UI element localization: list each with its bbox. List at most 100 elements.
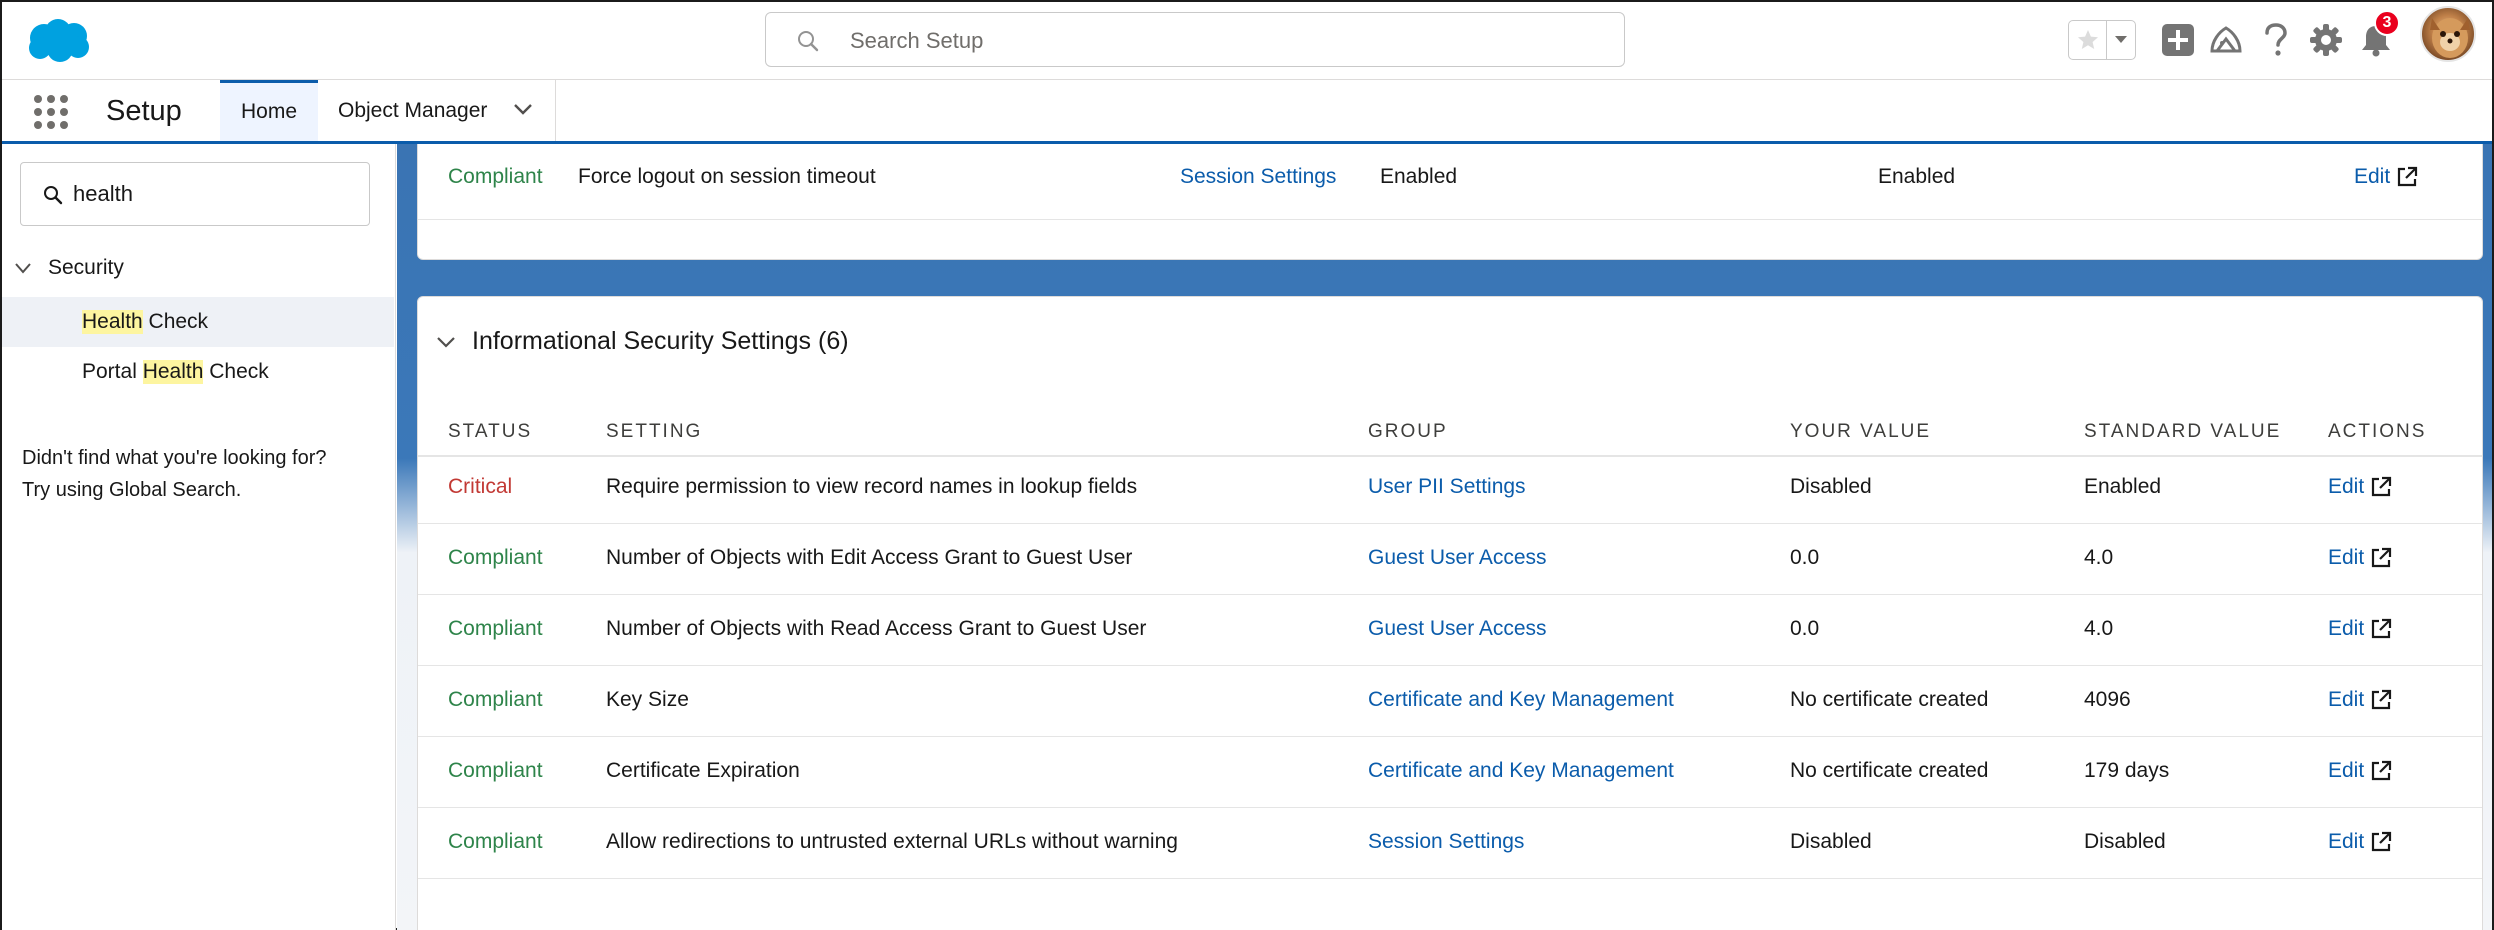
question-icon xyxy=(2265,23,2287,56)
status-label: Compliant xyxy=(448,165,543,188)
search-icon xyxy=(798,31,819,52)
salesforce-logo[interactable] xyxy=(24,16,92,64)
favorites-list-button[interactable] xyxy=(2107,21,2135,59)
tab-object-manager[interactable]: Object Manager xyxy=(318,80,556,141)
caret-down-icon xyxy=(2115,36,2127,43)
edit-link[interactable]: Edit xyxy=(2328,475,2392,499)
help-button[interactable] xyxy=(2256,20,2296,60)
group-link[interactable]: Session Settings xyxy=(1180,165,1336,189)
standard-value: Disabled xyxy=(2084,830,2166,853)
group-link[interactable]: Guest User Access xyxy=(1368,617,1547,641)
tab-home[interactable]: Home xyxy=(220,80,318,141)
favorites-group xyxy=(2068,20,2136,60)
standard-value: Enabled xyxy=(2084,475,2162,498)
app-launcher-dot xyxy=(47,95,55,103)
column-header-group[interactable]: GROUP xyxy=(1368,421,1448,443)
edit-link[interactable]: Edit xyxy=(2328,617,2392,641)
edit-label: Edit xyxy=(2328,759,2365,782)
context-bar: Setup Home Object Manager xyxy=(2,80,2492,144)
group-link[interactable]: Session Settings xyxy=(1368,830,1524,854)
external-link-icon xyxy=(2398,166,2418,187)
external-link-icon xyxy=(2372,689,2392,710)
edit-link[interactable]: Edit xyxy=(2328,759,2392,783)
chevron-down-icon xyxy=(437,336,455,348)
favorites-star-button[interactable] xyxy=(2069,21,2107,59)
sidebar-item-suffix: Check xyxy=(142,310,209,333)
standard-value: 4.0 xyxy=(2084,546,2114,569)
user-avatar[interactable] xyxy=(2420,6,2476,62)
chevron-down-icon xyxy=(15,263,31,274)
edit-link[interactable]: Edit xyxy=(2354,165,2418,189)
app-launcher-dot xyxy=(34,95,42,103)
sidebar-item-suffix: Check xyxy=(203,360,269,383)
row-divider xyxy=(418,219,2482,220)
edit-label: Edit xyxy=(2354,165,2391,188)
search-placeholder: Search Setup xyxy=(850,28,984,53)
group-link[interactable]: Guest User Access xyxy=(1368,546,1547,570)
column-header-standard-value[interactable]: STANDARD VALUE xyxy=(2084,421,2281,443)
column-header-actions: ACTIONS xyxy=(2328,421,2427,442)
setting-name: Require permission to view record names … xyxy=(606,475,1138,498)
app-launcher-dot xyxy=(60,121,68,129)
column-header-setting[interactable]: SETTING xyxy=(606,421,702,443)
column-header-status[interactable]: STATUS xyxy=(448,421,532,443)
global-actions-button[interactable] xyxy=(2158,20,2198,60)
edit-label: Edit xyxy=(2328,688,2365,711)
edit-link[interactable]: Edit xyxy=(2328,830,2392,854)
user-photo xyxy=(2430,18,2470,58)
your-value: Enabled xyxy=(1380,165,1458,188)
edit-link[interactable]: Edit xyxy=(2328,688,2392,712)
global-header: Search Setup 3 xyxy=(2,2,2492,80)
row-divider xyxy=(418,665,2482,666)
your-value: No certificate created xyxy=(1790,759,1989,782)
high-risk-settings-card: Compliant Force logout on session timeou… xyxy=(417,144,2483,260)
edit-label: Edit xyxy=(2328,475,2365,498)
status-label: Compliant xyxy=(448,830,543,853)
main-content: Compliant Force logout on session timeou… xyxy=(397,144,2492,930)
setting-name: Number of Objects with Edit Access Grant… xyxy=(606,546,1133,569)
quick-find-input[interactable]: health xyxy=(20,162,370,226)
tree-section-security[interactable]: Security xyxy=(14,256,124,280)
edit-link[interactable]: Edit xyxy=(2328,546,2392,570)
add-icon xyxy=(2162,24,2194,56)
setup-gear-button[interactable] xyxy=(2306,20,2346,60)
search-icon xyxy=(44,186,63,205)
section-header[interactable]: Informational Security Settings (6) xyxy=(436,327,849,356)
edit-label: Edit xyxy=(2328,617,2365,640)
chevron-down-icon[interactable] xyxy=(513,102,533,116)
column-header-your-value[interactable]: YOUR VALUE xyxy=(1790,421,1931,443)
app-launcher-dot xyxy=(34,108,42,116)
row-divider xyxy=(418,878,2482,879)
standard-value: 4.0 xyxy=(2084,617,2114,640)
status-label: Compliant xyxy=(448,617,543,640)
app-launcher-button[interactable] xyxy=(32,93,70,131)
your-value: 0.0 xyxy=(1790,617,1820,640)
your-value: 0.0 xyxy=(1790,546,1820,569)
informational-settings-card: Informational Security Settings (6) STAT… xyxy=(417,296,2483,930)
notification-badge: 3 xyxy=(2374,10,2400,36)
your-value: No certificate created xyxy=(1790,688,1989,711)
standard-value: Enabled xyxy=(1878,165,1956,188)
search-highlight: Health xyxy=(142,360,204,384)
row-divider xyxy=(418,594,2482,595)
group-link[interactable]: User PII Settings xyxy=(1368,475,1526,499)
row-divider xyxy=(418,523,2482,524)
group-link[interactable]: Certificate and Key Management xyxy=(1368,759,1674,783)
standard-value: 179 days xyxy=(2084,759,2170,782)
app-launcher-dot xyxy=(60,108,68,116)
group-link[interactable]: Certificate and Key Management xyxy=(1368,688,1674,712)
trailhead-button[interactable] xyxy=(2206,20,2246,60)
status-label: Compliant xyxy=(448,759,543,782)
sidebar-item-health-check[interactable]: Health Check xyxy=(2,297,394,347)
external-link-icon xyxy=(2372,476,2392,497)
your-value: Disabled xyxy=(1790,830,1872,853)
sidebar-item-portal-health-check[interactable]: Portal Health Check xyxy=(2,347,394,397)
row-divider xyxy=(418,807,2482,808)
section-title: Informational Security Settings (6) xyxy=(472,327,849,355)
setting-name: Allow redirections to untrusted external… xyxy=(606,830,1178,853)
external-link-icon xyxy=(2372,547,2392,568)
setting-name: Key Size xyxy=(606,688,689,711)
setup-search-input[interactable]: Search Setup xyxy=(765,12,1625,67)
gear-icon xyxy=(2310,24,2342,56)
your-value: Disabled xyxy=(1790,475,1872,498)
